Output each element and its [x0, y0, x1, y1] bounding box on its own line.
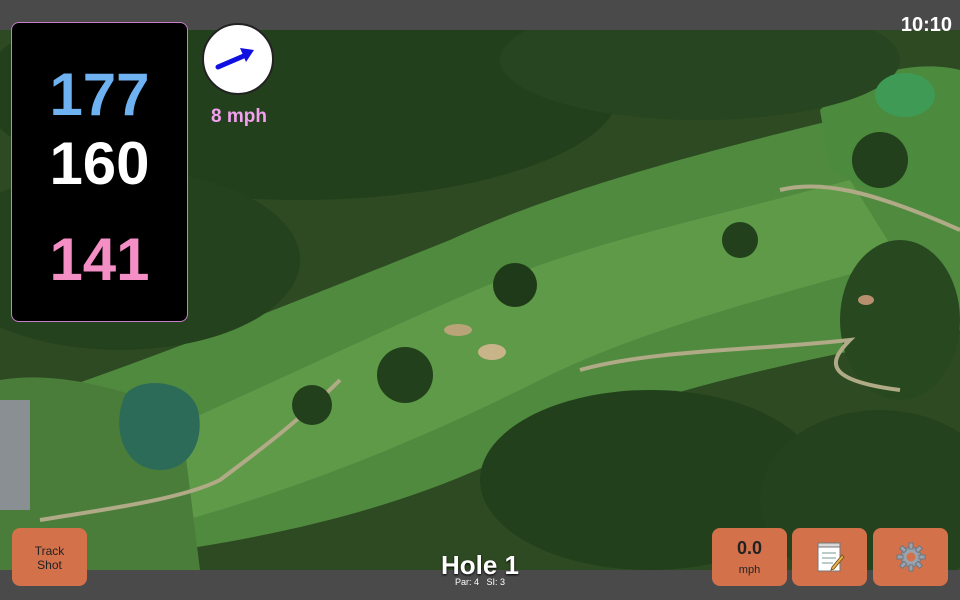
status-time: 10:10: [900, 14, 952, 36]
speed-button[interactable]: 0.0 mph: [712, 528, 787, 586]
hole-stroke-index: SI: 3: [486, 577, 506, 587]
back-distance: 177: [49, 61, 150, 128]
notes-button[interactable]: [792, 528, 867, 586]
hole-par: Par: 4: [454, 577, 479, 587]
wind-indicator: [202, 23, 274, 95]
track-shot-label-line1: Track: [34, 544, 65, 558]
gear-icon: [896, 542, 925, 572]
hole-details: Par: 4 SI: 3: [380, 577, 580, 587]
track-shot-button[interactable]: Track Shot: [12, 528, 87, 586]
speed-value: 0.0: [736, 538, 763, 558]
speed-unit: mph: [738, 564, 761, 576]
wind-direction-arrow-icon: [215, 48, 254, 70]
front-distance: 141: [49, 226, 150, 293]
track-shot-label-line2: Shot: [37, 558, 62, 572]
settings-button[interactable]: [873, 528, 948, 586]
middle-distance: 160: [49, 130, 150, 197]
distance-panel: 177 160 141: [11, 22, 188, 322]
wind-speed: 8 mph: [211, 106, 267, 127]
notepad-icon: [817, 542, 845, 572]
